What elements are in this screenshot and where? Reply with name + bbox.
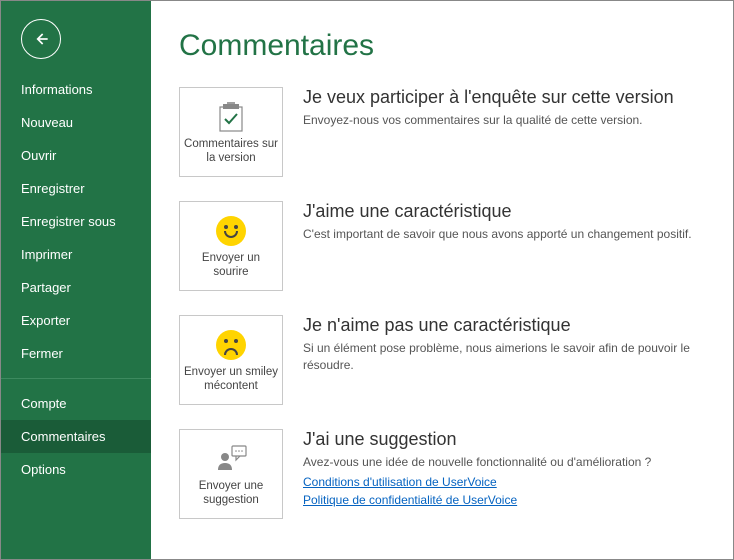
suggestion-icon (214, 441, 248, 477)
sidebar-item-commentaires[interactable]: Commentaires (1, 420, 151, 453)
tile-label: Envoyer un smiley mécontent (184, 365, 278, 394)
tile-label: Commentaires sur la version (184, 137, 278, 166)
frown-icon (216, 327, 246, 363)
smile-icon (216, 213, 246, 249)
sidebar-divider (1, 378, 151, 379)
sidebar-item-options[interactable]: Options (1, 453, 151, 486)
item-desc: Si un élément pose problème, nous aimeri… (303, 340, 709, 374)
page-title: Commentaires (179, 29, 709, 63)
item-desc: Avez-vous une idée de nouvelle fonctionn… (303, 454, 709, 471)
link-uservoice-terms[interactable]: Conditions d'utilisation de UserVoice (303, 475, 709, 489)
row-version-feedback: Commentaires sur la version Je veux part… (179, 87, 709, 177)
tile-label: Envoyer un sourire (184, 251, 278, 280)
tile-label: Envoyer une suggestion (184, 479, 278, 508)
link-uservoice-privacy[interactable]: Politique de confidentialité de UserVoic… (303, 493, 709, 507)
survey-icon (216, 99, 246, 135)
item-title: Je veux participer à l'enquête sur cette… (303, 87, 709, 108)
tile-version-feedback[interactable]: Commentaires sur la version (179, 87, 283, 177)
main-panel: Commentaires Commentaires sur la version… (151, 1, 733, 559)
row-send-frown: Envoyer un smiley mécontent Je n'aime pa… (179, 315, 709, 405)
item-title: J'ai une suggestion (303, 429, 709, 450)
sidebar-item-partager[interactable]: Partager (1, 271, 151, 304)
sidebar-item-informations[interactable]: Informations (1, 73, 151, 106)
sidebar-item-compte[interactable]: Compte (1, 387, 151, 420)
tile-send-smile[interactable]: Envoyer un sourire (179, 201, 283, 291)
sidebar-item-imprimer[interactable]: Imprimer (1, 238, 151, 271)
tile-send-frown[interactable]: Envoyer un smiley mécontent (179, 315, 283, 405)
back-button[interactable] (21, 19, 61, 59)
sidebar-item-enregistrer[interactable]: Enregistrer (1, 172, 151, 205)
item-desc: C'est important de savoir que nous avons… (303, 226, 709, 243)
sidebar-item-ouvrir[interactable]: Ouvrir (1, 139, 151, 172)
arrow-left-icon (31, 29, 51, 49)
sidebar-item-enregistrer-sous[interactable]: Enregistrer sous (1, 205, 151, 238)
sidebar-item-nouveau[interactable]: Nouveau (1, 106, 151, 139)
row-suggestion: Envoyer une suggestion J'ai une suggesti… (179, 429, 709, 519)
sidebar-item-fermer[interactable]: Fermer (1, 337, 151, 370)
sidebar-item-exporter[interactable]: Exporter (1, 304, 151, 337)
tile-send-suggestion[interactable]: Envoyer une suggestion (179, 429, 283, 519)
item-title: Je n'aime pas une caractéristique (303, 315, 709, 336)
item-desc: Envoyez-nous vos commentaires sur la qua… (303, 112, 709, 129)
item-title: J'aime une caractéristique (303, 201, 709, 222)
backstage-sidebar: Informations Nouveau Ouvrir Enregistrer … (1, 1, 151, 559)
row-send-smile: Envoyer un sourire J'aime une caractéris… (179, 201, 709, 291)
